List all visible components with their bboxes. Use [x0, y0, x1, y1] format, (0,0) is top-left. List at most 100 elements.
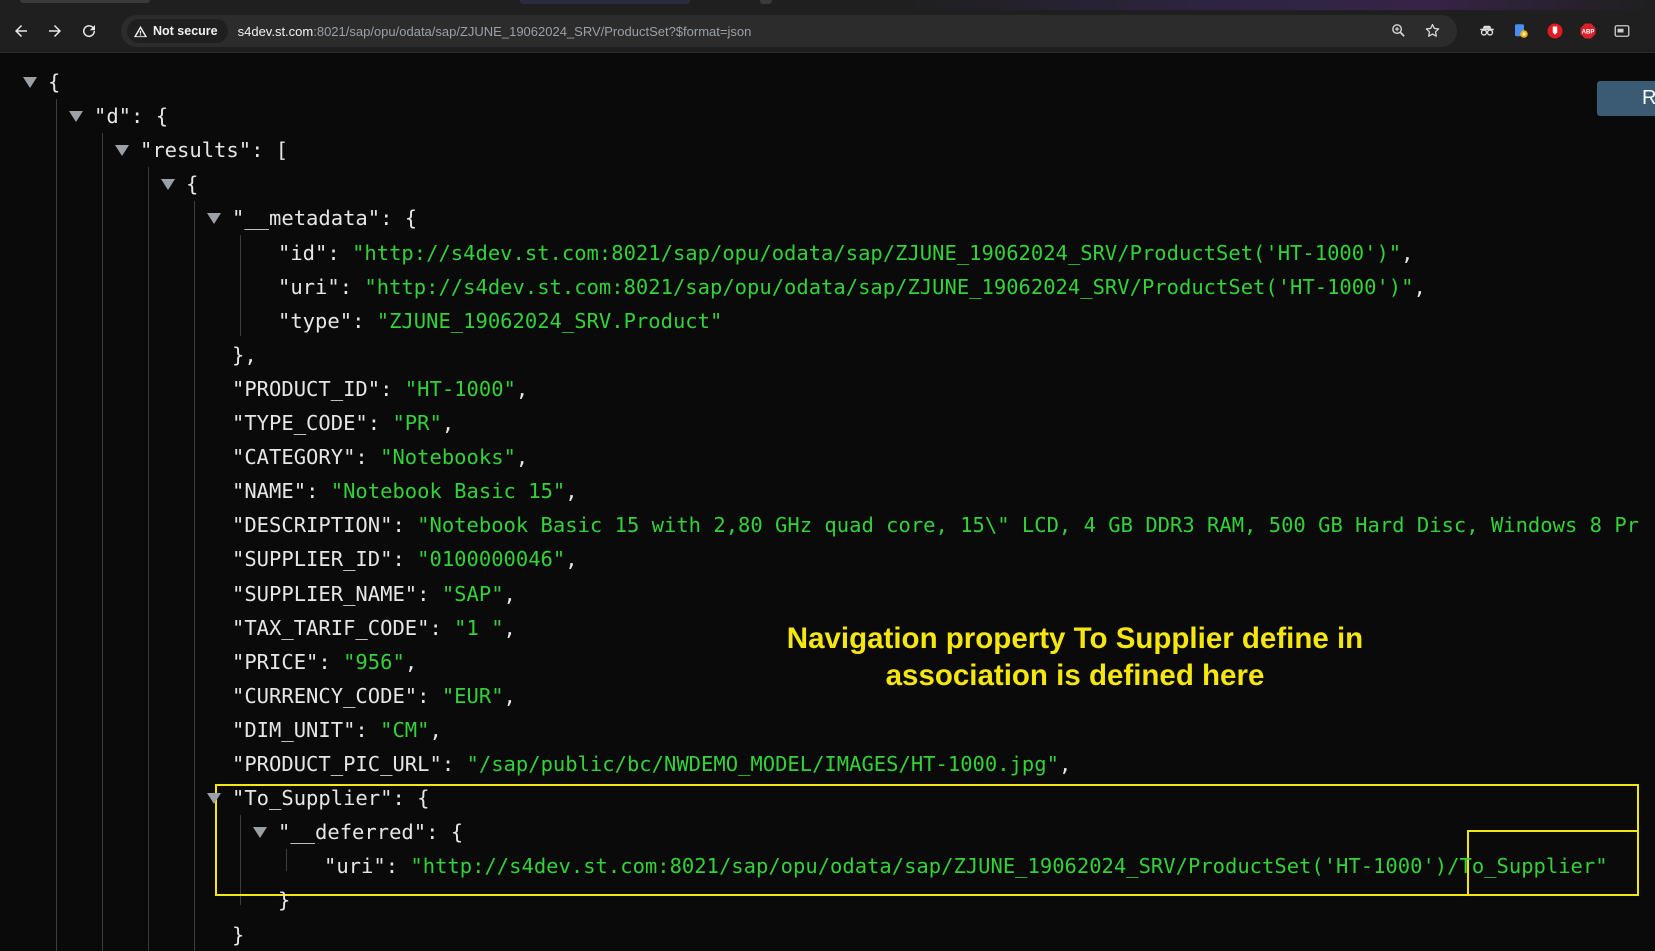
- json-punct: :: [392, 547, 418, 572]
- json-key: "d": [94, 104, 132, 129]
- json-line: {: [48, 65, 60, 99]
- json-line: "NAME": "Notebook Basic 15",: [232, 474, 578, 508]
- json-line: "d": {: [94, 99, 168, 133]
- collapse-toggle-icon[interactable]: [207, 213, 221, 225]
- json-line: "DESCRIPTION": "Notebook Basic 15 with 2…: [232, 508, 1639, 542]
- json-key: "DESCRIPTION": [232, 513, 393, 538]
- json-line: "To_Supplier": {: [232, 781, 429, 815]
- json-punct: }: [232, 922, 245, 947]
- media-extension-icon: [1614, 25, 1630, 37]
- extension-button[interactable]: ABP: [1578, 21, 1598, 41]
- json-line: "DIM_UNIT": "CM",: [232, 713, 442, 747]
- json-punct: }: [278, 888, 291, 913]
- json-key: "uri": [324, 854, 386, 879]
- json-punct: {: [48, 70, 61, 94]
- url-text[interactable]: s4dev.st.com:8021/sap/opu/odata/sap/ZJUN…: [238, 24, 752, 39]
- json-punct: :: [392, 513, 418, 538]
- json-line: "SUPPLIER_NAME": "SAP",: [232, 577, 516, 611]
- json-value: "EUR": [441, 683, 504, 708]
- browser-toolbar: Not secure s4dev.st.com:8021/sap/opu/oda…: [0, 10, 1655, 53]
- collapse-toggle-icon[interactable]: [161, 179, 175, 191]
- json-value: "SAP": [441, 581, 504, 606]
- json-line: "id": "http://s4dev.st.com:8021/sap/opu/…: [278, 236, 1413, 270]
- annotation-line: association is defined here: [885, 659, 1265, 692]
- json-punct: : {: [392, 786, 430, 811]
- json-key: "PRICE": [232, 649, 319, 674]
- json-punct: ,: [503, 615, 516, 640]
- json-punct: ,: [503, 581, 516, 606]
- shield-extension-icon: [1547, 23, 1563, 39]
- json-line: "PRODUCT_PIC_URL": "/sap/public/bc/NWDEM…: [232, 747, 1071, 781]
- json-value: "http://s4dev.st.com:8021/sap/opu/odata/…: [364, 274, 1414, 299]
- json-line: "type": "ZJUNE_19062024_SRV.Product": [278, 304, 722, 338]
- extension-button[interactable]: [1545, 21, 1565, 41]
- json-punct: :: [352, 308, 377, 333]
- svg-text:ABP: ABP: [1582, 30, 1595, 36]
- json-punct: :: [367, 411, 393, 435]
- url-host: s4dev.st.com: [237, 23, 314, 39]
- adblock-extension-icon: ABP: [1580, 23, 1596, 39]
- json-punct: :: [339, 274, 365, 299]
- json-value: "956": [343, 649, 405, 674]
- json-punct: : [: [251, 138, 289, 163]
- indent-guide: [148, 167, 149, 951]
- json-value: "CM": [380, 717, 430, 742]
- json-line: "TYPE_CODE": "PR",: [232, 406, 454, 440]
- json-line: }: [278, 883, 290, 917]
- json-key: "SUPPLIER_NAME": [232, 581, 418, 606]
- json-key: "id": [278, 240, 328, 265]
- extension-button[interactable]: [1511, 21, 1531, 41]
- collapse-toggle-icon[interactable]: [207, 793, 221, 805]
- incognito-glasses-icon: [1480, 25, 1494, 36]
- reload-icon: [83, 25, 96, 38]
- back-button[interactable]: [6, 16, 36, 46]
- extension-button[interactable]: [1477, 21, 1497, 41]
- json-line: "CURRENCY_CODE": "EUR",: [232, 679, 516, 713]
- json-punct: ,: [1401, 240, 1414, 265]
- json-value: "HT-1000": [404, 376, 516, 401]
- forward-icon: [49, 25, 61, 37]
- zoom-button[interactable]: [1387, 19, 1409, 41]
- json-line: "__metadata": {: [232, 201, 417, 235]
- json-key: "NAME": [232, 479, 307, 504]
- security-label: Not secure: [153, 24, 218, 38]
- tab-strip: [0, 0, 1655, 10]
- indent-guide: [194, 201, 195, 951]
- collapse-toggle-icon[interactable]: [253, 827, 267, 839]
- tab-strip-background: [900, 0, 1655, 10]
- back-icon: [15, 25, 27, 37]
- tab[interactable]: [520, 0, 690, 4]
- reload-button[interactable]: [74, 16, 104, 46]
- json-line: "results": [: [140, 133, 288, 167]
- json-value: "PR": [392, 411, 442, 435]
- json-punct: :: [380, 376, 405, 401]
- collapse-toggle-icon[interactable]: [69, 111, 83, 123]
- tab[interactable]: [20, 0, 150, 3]
- json-line: "TAX_TARIF_CODE": "1 ",: [232, 611, 516, 645]
- json-punct: ,: [1058, 752, 1072, 776]
- tab[interactable]: [760, 0, 772, 4]
- json-key: "CURRENCY_CODE": [232, 683, 418, 708]
- json-key: "__metadata": [232, 206, 381, 231]
- json-value: "http://s4dev.st.com:8021/sap/opu/odata/…: [352, 240, 1402, 265]
- json-key: "PRODUCT_ID": [232, 376, 381, 401]
- json-punct: ,: [515, 445, 529, 470]
- collapse-toggle-icon[interactable]: [23, 77, 37, 88]
- raw-toggle-button[interactable]: R: [1597, 81, 1655, 116]
- json-key: "PRODUCT_PIC_URL": [232, 752, 442, 776]
- collapse-toggle-icon[interactable]: [115, 145, 129, 157]
- json-punct: ,: [565, 547, 578, 572]
- forward-button[interactable]: [40, 16, 70, 46]
- json-punct: ,: [503, 683, 516, 708]
- json-value: "1 ": [454, 615, 504, 640]
- security-chip[interactable]: Not secure: [127, 19, 228, 43]
- json-line: "SUPPLIER_ID": "0100000046",: [232, 542, 578, 576]
- address-bar[interactable]: Not secure s4dev.st.com:8021/sap/opu/oda…: [121, 15, 1457, 47]
- annotation-note: Navigation property To Supplier define i…: [700, 620, 1450, 694]
- json-punct: ,: [404, 649, 418, 674]
- extension-button[interactable]: [1612, 21, 1632, 41]
- json-key: "To_Supplier": [232, 786, 393, 811]
- json-viewer: R Navigation property To Supplier define…: [0, 53, 1655, 951]
- bookmark-button[interactable]: [1421, 19, 1443, 41]
- json-line: "PRODUCT_ID": "HT-1000",: [232, 372, 528, 406]
